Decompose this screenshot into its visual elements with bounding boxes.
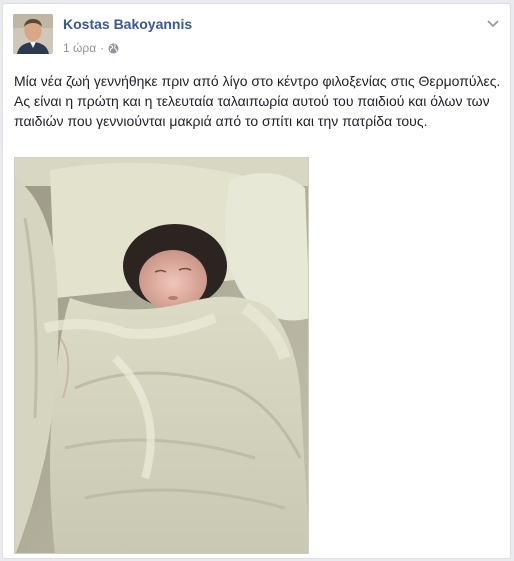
chevron-down-icon[interactable]	[486, 16, 500, 28]
post-author-name[interactable]: Kostas Bakoyannis	[63, 16, 192, 32]
globe-icon[interactable]	[108, 43, 119, 54]
post-card: Kostas Bakoyannis 1 ώρα · Μία νέα ζωή γε…	[2, 3, 511, 559]
post-timestamp[interactable]: 1 ώρα	[63, 41, 96, 55]
post-message: Μία νέα ζωή γεννήθηκε πριν από λίγο στο …	[14, 73, 501, 129]
post-photo[interactable]	[14, 157, 309, 554]
avatar-image	[13, 14, 53, 54]
post-meta: 1 ώρα ·	[63, 41, 119, 55]
avatar[interactable]	[13, 14, 53, 54]
meta-separator: ·	[100, 41, 105, 55]
